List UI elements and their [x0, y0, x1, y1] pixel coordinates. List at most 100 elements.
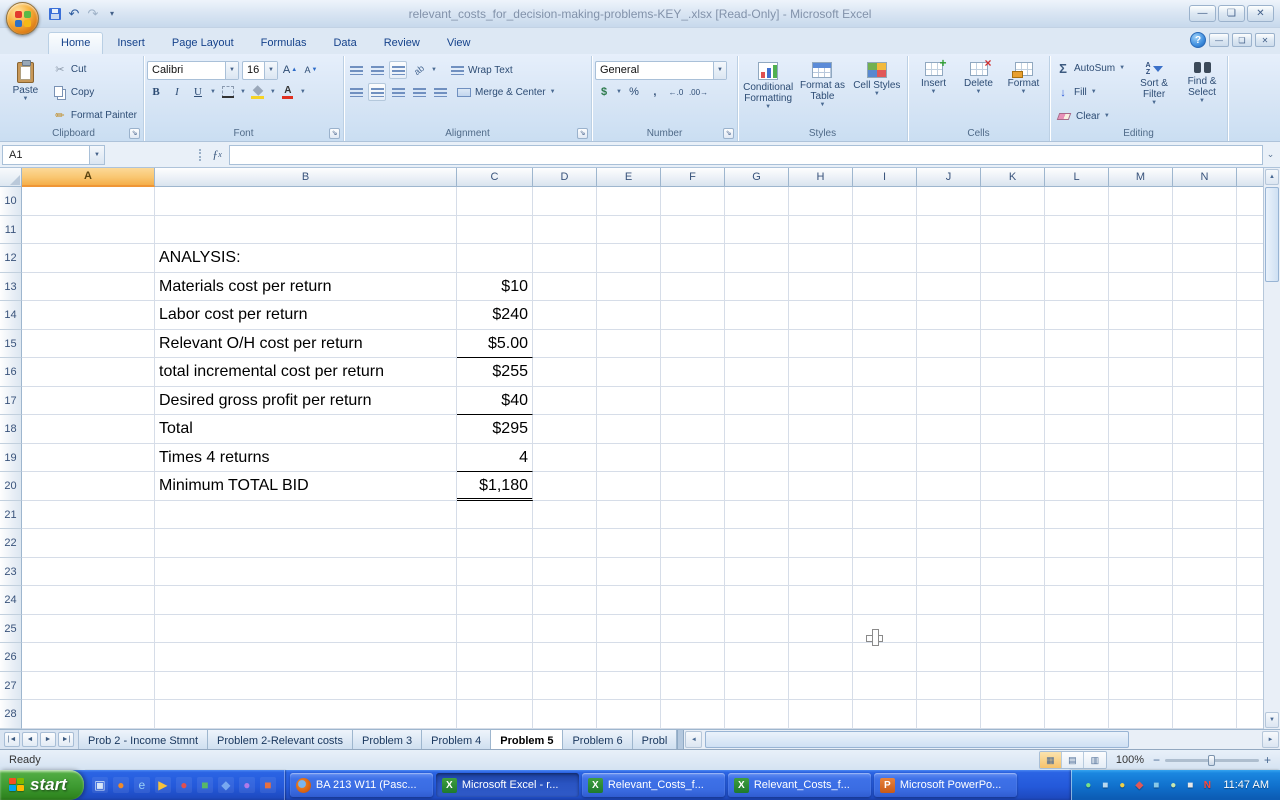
format-as-table-dropdown-arrow[interactable]: ▼: [820, 102, 826, 109]
cell-E21[interactable]: [597, 501, 661, 530]
cell-M24[interactable]: [1109, 586, 1173, 615]
merge-center-button[interactable]: Merge & Center ▼: [454, 84, 559, 101]
cell-H20[interactable]: [789, 472, 853, 501]
font-size-combo[interactable]: 16 ▼: [242, 61, 278, 80]
cell-I21[interactable]: [853, 501, 917, 530]
page-layout-view-button[interactable]: ▤: [1062, 752, 1084, 768]
cell-F25[interactable]: [661, 615, 725, 644]
cell-M22[interactable]: [1109, 529, 1173, 558]
cell-J15[interactable]: [917, 330, 981, 359]
insert-cells-button[interactable]: Insert ▼: [912, 58, 956, 127]
row-header-27[interactable]: 27: [0, 672, 22, 701]
cell-M10[interactable]: [1109, 187, 1173, 216]
scroll-left-arrow[interactable]: ◄: [685, 731, 702, 748]
cell-B12[interactable]: ANALYSIS:: [155, 244, 457, 273]
cell-D12[interactable]: [533, 244, 597, 273]
formula-input[interactable]: [229, 145, 1263, 165]
cell-A25[interactable]: [22, 615, 155, 644]
conditional-formatting-dropdown-arrow[interactable]: ▼: [765, 104, 771, 111]
sheet-tab-probl[interactable]: Probl: [633, 730, 678, 749]
cell-D19[interactable]: [533, 444, 597, 473]
cell-H17[interactable]: [789, 387, 853, 416]
ribbon-tab-view[interactable]: View: [434, 32, 484, 54]
cell-A18[interactable]: [22, 415, 155, 444]
close-button[interactable]: ✕: [1247, 5, 1274, 22]
cell-N18[interactable]: [1173, 415, 1237, 444]
tray-icon-3[interactable]: ●: [1115, 778, 1129, 792]
sheet-tab-problem-5[interactable]: Problem 5: [491, 730, 563, 749]
cell-M14[interactable]: [1109, 301, 1173, 330]
sheet-tab-problem-3[interactable]: Problem 3: [353, 730, 422, 749]
cell-E11[interactable]: [597, 216, 661, 245]
cell-L28[interactable]: [1045, 700, 1109, 729]
format-cells-dropdown-arrow[interactable]: ▼: [1021, 89, 1027, 96]
row-header-20[interactable]: 20: [0, 472, 22, 501]
cell-F17[interactable]: [661, 387, 725, 416]
cell-M21[interactable]: [1109, 501, 1173, 530]
align-center-button[interactable]: [368, 83, 386, 101]
find-select-dropdown-arrow[interactable]: ▼: [1199, 98, 1205, 105]
clear-dropdown-arrow[interactable]: ▼: [1104, 113, 1110, 120]
cell-K25[interactable]: [981, 615, 1045, 644]
cell-F19[interactable]: [661, 444, 725, 473]
cell-C12[interactable]: [457, 244, 533, 273]
number-format-dropdown-arrow[interactable]: ▼: [713, 62, 726, 79]
cell-L10[interactable]: [1045, 187, 1109, 216]
cell-I11[interactable]: [853, 216, 917, 245]
borders-dropdown-arrow[interactable]: ▼: [240, 89, 246, 96]
cell-H25[interactable]: [789, 615, 853, 644]
cell-K11[interactable]: [981, 216, 1045, 245]
cell-G20[interactable]: [725, 472, 789, 501]
cell-L27[interactable]: [1045, 672, 1109, 701]
cell-C26[interactable]: [457, 643, 533, 672]
column-header-D[interactable]: D: [533, 168, 597, 187]
cell-G10[interactable]: [725, 187, 789, 216]
underline-dropdown-arrow[interactable]: ▼: [210, 89, 216, 96]
cell-G18[interactable]: [725, 415, 789, 444]
cell-B19[interactable]: Times 4 returns: [155, 444, 457, 473]
cell-E19[interactable]: [597, 444, 661, 473]
sheet-nav-last-button[interactable]: ►|: [58, 732, 74, 747]
cell-C14[interactable]: $240: [457, 301, 533, 330]
cell-D11[interactable]: [533, 216, 597, 245]
cell-B28[interactable]: [155, 700, 457, 729]
taskbar-task-microsoft-excel-r[interactable]: XMicrosoft Excel - r...: [436, 773, 579, 797]
scroll-up-arrow[interactable]: ▲: [1265, 169, 1279, 185]
cell-B14[interactable]: Labor cost per return: [155, 301, 457, 330]
copy-button[interactable]: Copy: [50, 84, 140, 101]
taskbar-task-relevant-costs-f[interactable]: XRelevant_Costs_f...: [582, 773, 725, 797]
select-all-corner[interactable]: [0, 168, 22, 187]
cell-G15[interactable]: [725, 330, 789, 359]
cell-L26[interactable]: [1045, 643, 1109, 672]
sheet-tab-prob-2-income-stmnt[interactable]: Prob 2 - Income Stmnt: [79, 730, 208, 749]
taskbar-task-relevant-costs-f[interactable]: XRelevant_Costs_f...: [728, 773, 871, 797]
cell-I10[interactable]: [853, 187, 917, 216]
column-header-B[interactable]: B: [155, 168, 457, 187]
cell-E15[interactable]: [597, 330, 661, 359]
cell-L15[interactable]: [1045, 330, 1109, 359]
cell-A28[interactable]: [22, 700, 155, 729]
cell-F12[interactable]: [661, 244, 725, 273]
decrease-decimal-button[interactable]: .00→: [688, 83, 709, 101]
paste-button[interactable]: Paste ▼: [7, 58, 44, 127]
cell-G12[interactable]: [725, 244, 789, 273]
column-header-H[interactable]: H: [789, 168, 853, 187]
cell-I13[interactable]: [853, 273, 917, 302]
cell-B11[interactable]: [155, 216, 457, 245]
sheet-nav-first-button[interactable]: |◄: [4, 732, 20, 747]
quick-launch-icon-8[interactable]: ●: [239, 777, 255, 793]
cell-K22[interactable]: [981, 529, 1045, 558]
cell-E13[interactable]: [597, 273, 661, 302]
orientation-dropdown-arrow[interactable]: ▼: [431, 67, 437, 74]
cell-F16[interactable]: [661, 358, 725, 387]
cell-B17[interactable]: Desired gross profit per return: [155, 387, 457, 416]
alignment-dialog-launcher-icon[interactable]: ⇘: [577, 128, 588, 139]
cell-G21[interactable]: [725, 501, 789, 530]
cell-E25[interactable]: [597, 615, 661, 644]
insert-cells-dropdown-arrow[interactable]: ▼: [931, 89, 937, 96]
horizontal-scrollbar[interactable]: ◄ ►: [684, 730, 1280, 749]
sheet-tab-problem-6[interactable]: Problem 6: [563, 730, 632, 749]
cell-A24[interactable]: [22, 586, 155, 615]
cell-K13[interactable]: [981, 273, 1045, 302]
cell-M18[interactable]: [1109, 415, 1173, 444]
